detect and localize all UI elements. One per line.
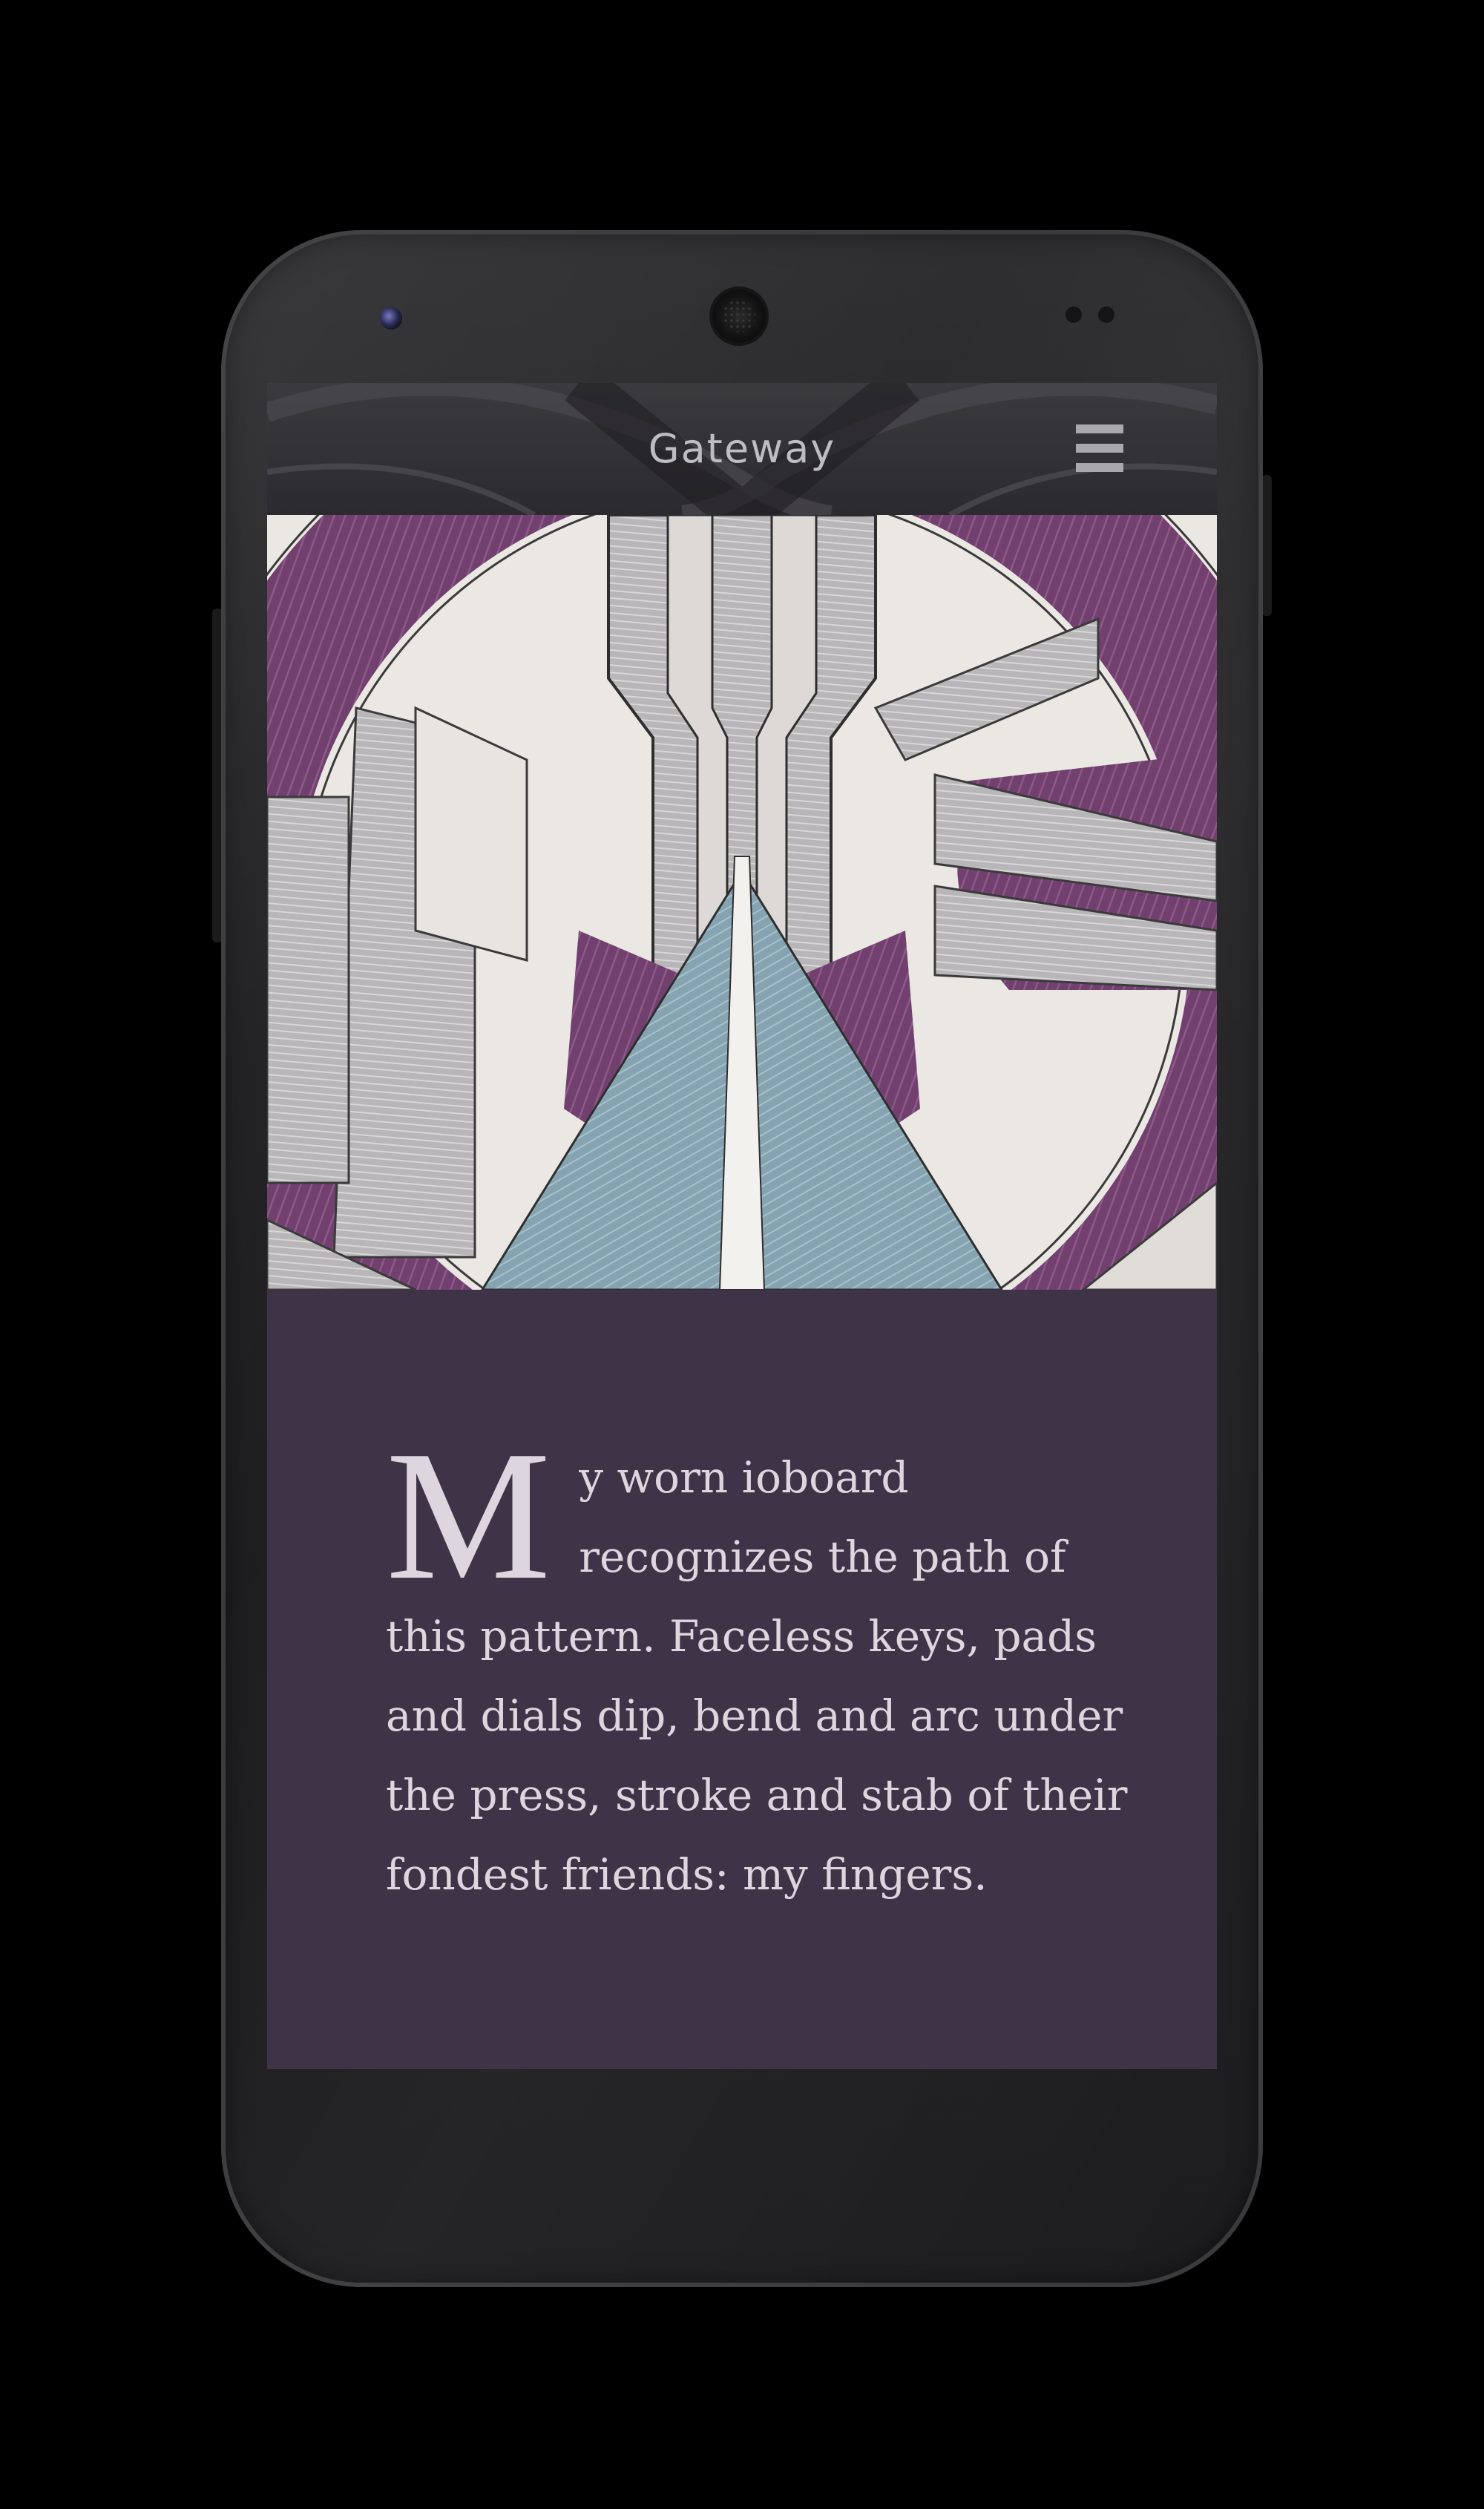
app-screen: Gateway M y worn ioboard recognizes the … <box>267 383 1217 2069</box>
front-camera-icon <box>380 307 402 329</box>
app-bar: Gateway <box>267 383 1217 515</box>
hero-artwork <box>267 515 1217 1290</box>
power-button <box>1261 475 1272 616</box>
device-mockup: Gateway M y worn ioboard recognizes the … <box>0 0 1484 2509</box>
earpiece-speaker-icon <box>712 289 766 343</box>
hamburger-menu-icon <box>1076 424 1123 433</box>
article-paragraph: My worn ioboard recognizes the path of t… <box>386 1413 1128 1915</box>
app-title: Gateway <box>648 425 836 472</box>
proximity-sensor-icon <box>1066 306 1082 323</box>
menu-button[interactable] <box>1076 424 1125 473</box>
drop-cap: M <box>386 1413 551 1618</box>
gateway-artwork-image <box>267 515 1217 1290</box>
light-sensor-icon <box>1098 306 1114 323</box>
